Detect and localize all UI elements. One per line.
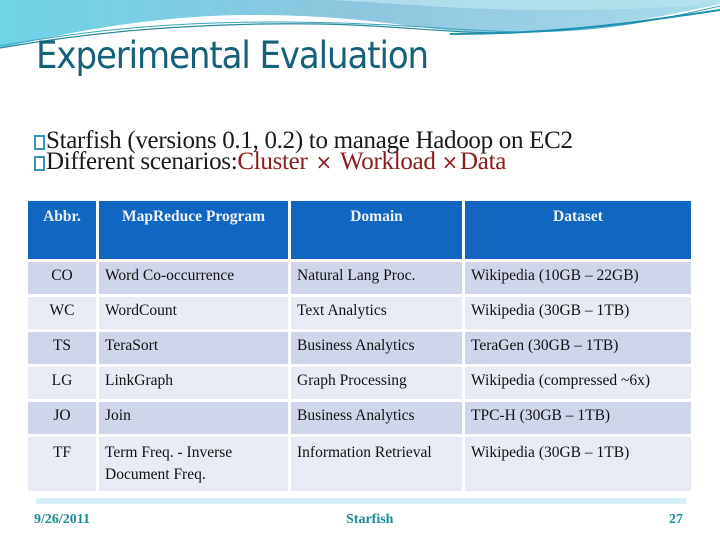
cell-domain: Business Analytics [288,329,465,367]
times-icon: × [315,150,333,174]
table-header-row: Abbr. MapReduce Program Domain Dataset [25,198,694,262]
cell-domain: Graph Processing [288,364,465,402]
scenario-workload: Workload [339,148,436,175]
scenario-data: Data [460,148,507,175]
cell-abbr: LG [25,364,99,402]
header-program: MapReduce Program [96,198,291,262]
cell-program: WordCount [96,294,291,332]
table-row: CO Word Co-occurrence Natural Lang Proc.… [25,259,694,297]
bullet-prefix: Different scenarios: [46,148,238,175]
cell-program: LinkGraph [96,364,291,402]
footer-title: Starfish [346,512,394,527]
cell-domain: Natural Lang Proc. [288,259,465,297]
header-domain: Domain [288,198,465,262]
cell-program: Term Freq. - Inverse Document Freq. [96,434,291,494]
cell-dataset: TeraGen (30GB – 1TB) [462,329,694,367]
page-number: 27 [669,512,683,527]
bullet-scenarios: Different scenarios: Cluster × Workload … [34,148,506,176]
cell-dataset: Wikipedia (30GB – 1TB) [462,294,694,332]
cell-abbr: TF [25,434,99,494]
cell-program: Word Co-occurrence [96,259,291,297]
cell-dataset: Wikipedia (30GB – 1TB) [462,434,694,494]
header-dataset: Dataset [462,198,694,262]
square-bullet-icon [34,155,45,171]
workload-table: Abbr. MapReduce Program Domain Dataset C… [25,198,694,494]
cell-abbr: TS [25,329,99,367]
table-row: WC WordCount Text Analytics Wikipedia (3… [25,294,694,332]
cell-program: TeraSort [96,329,291,367]
cell-dataset: Wikipedia (10GB – 22GB) [462,259,694,297]
slide-title: Experimental Evaluation [36,34,429,77]
scenario-cluster: Cluster [237,148,308,175]
footer-date: 9/26/2011 [34,512,91,527]
times-icon: × [441,150,459,174]
table-row: TF Term Freq. - Inverse Document Freq. I… [25,434,694,494]
cell-dataset: TPC-H (30GB – 1TB) [462,399,694,437]
cell-abbr: JO [25,399,99,437]
cell-abbr: CO [25,259,99,297]
cell-dataset: Wikipedia (compressed ~6x) [462,364,694,402]
table-row: TS TeraSort Business Analytics TeraGen (… [25,329,694,367]
footer-divider [36,498,686,504]
cell-domain: Text Analytics [288,294,465,332]
cell-domain: Information Retrieval [288,434,465,494]
table-row: JO Join Business Analytics TPC-H (30GB –… [25,399,694,437]
cell-abbr: WC [25,294,99,332]
cell-domain: Business Analytics [288,399,465,437]
table-row: LG LinkGraph Graph Processing Wikipedia … [25,364,694,402]
header-abbr: Abbr. [25,198,99,262]
cell-program: Join [96,399,291,437]
